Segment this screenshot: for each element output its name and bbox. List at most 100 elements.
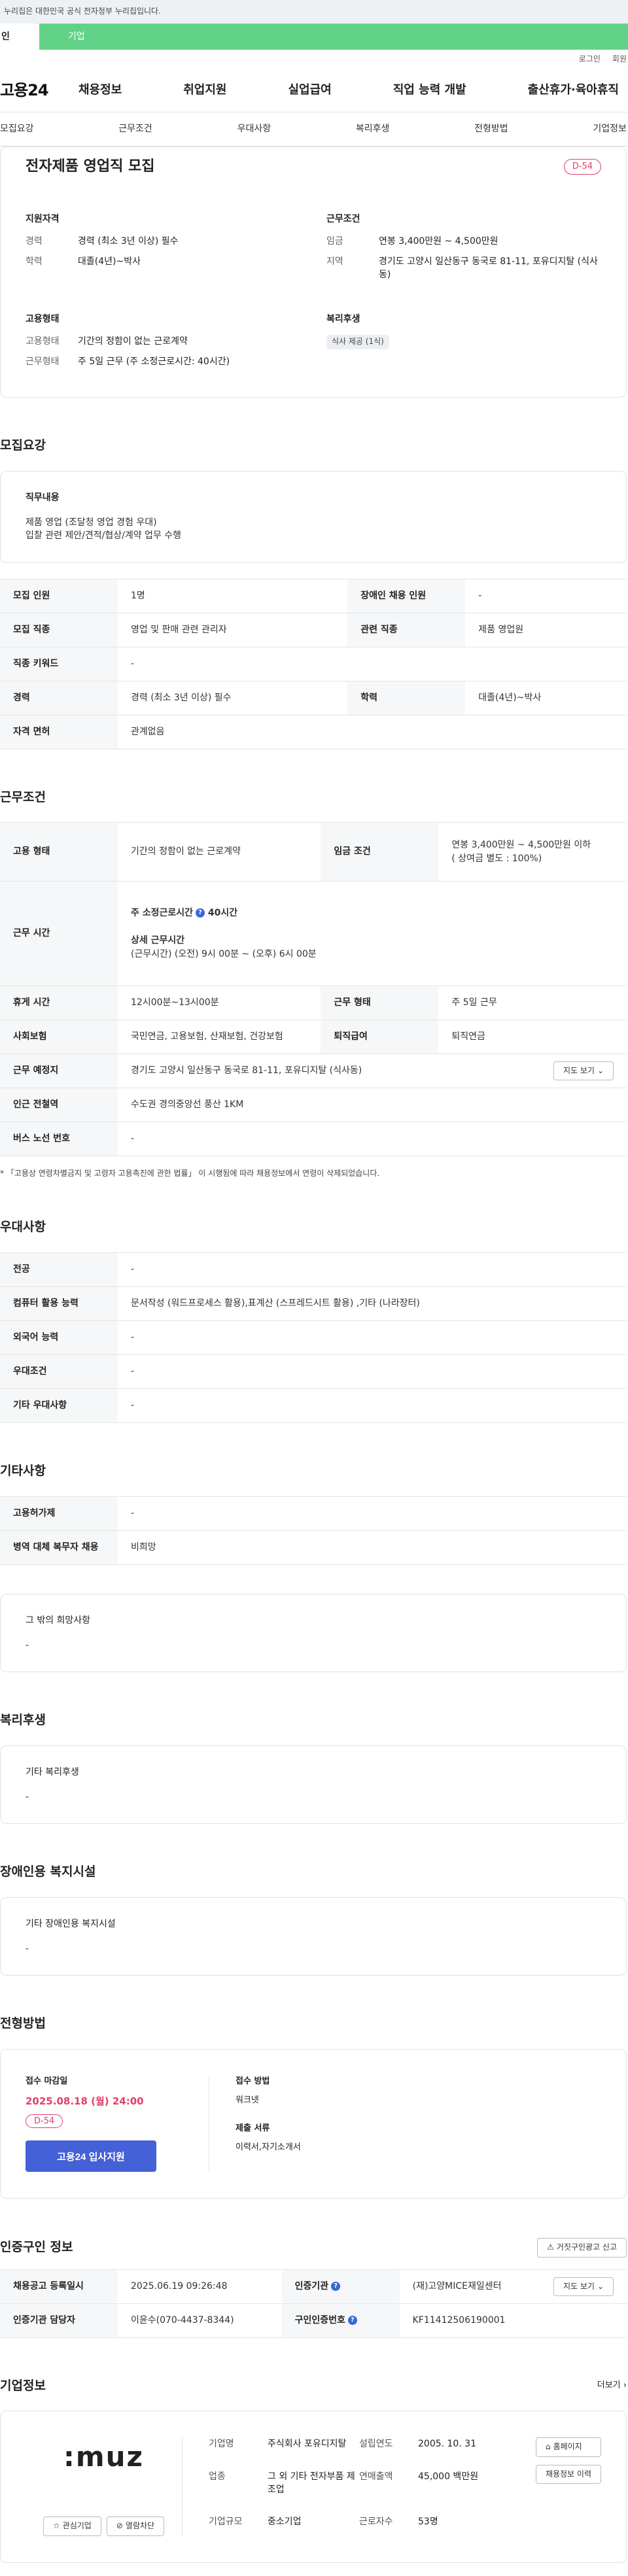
kv-value: 기간의 정함이 없는 근로계약 xyxy=(78,336,188,347)
apply-deadline-area: 접수 마감일 2025.08.18 (월) 24:00 D-54 고용24 입사… xyxy=(26,2076,209,2172)
section-anchor-nav: 모집요강 근무조건 우대사항 복리후생 전형방법 기업정보 xyxy=(0,112,628,146)
disabled-facility-box: 기타 장애인용 복지시설 - xyxy=(0,1897,627,1976)
section-title-etc: 기타사항 xyxy=(0,1464,46,1478)
gnb-menu: 채용정보 취업지원 실업급여 직업 능력 개발 출산휴가·육아휴직 xyxy=(78,82,628,99)
table-row: 전공 - xyxy=(0,1252,627,1287)
anchor-recruit[interactable]: 모집요강 xyxy=(0,122,34,135)
table-row: 모집 직종 영업 및 판매 관련 관리자 관련 직종 제품 영업원 xyxy=(0,613,627,647)
company-logo-area: :muz ☆ 관심기업 ⊘ 열람차단 xyxy=(26,2437,183,2536)
table-header-cell: 관련 직종 xyxy=(347,613,466,647)
table-cell: 수도권 경의중앙선 풍산 1KM xyxy=(118,1088,627,1123)
section-title-disabled: 장애인용 복지시설 xyxy=(0,1864,96,1880)
company-logo: :muz xyxy=(63,2441,144,2473)
tab-company[interactable]: 기업 xyxy=(39,24,628,50)
table-row: 인증기관 담당자 이윤수(070-4437-8344) 구인인증번호? KF11412… xyxy=(0,2303,627,2338)
site-logo[interactable]: 고용24 xyxy=(0,79,78,102)
duty-heading: 직무내용 xyxy=(26,492,60,503)
anchor-company[interactable]: 기업정보 xyxy=(593,122,627,135)
company-emp-label: 근로자수 xyxy=(359,2516,393,2528)
dday-badge: D-54 xyxy=(563,158,601,175)
recruit-table: 모집 인원 1명 장애인 채용 인원 - 모집 직종 영업 및 판매 관련 관리자 관련 … xyxy=(0,578,627,749)
info-icon[interactable]: ? xyxy=(347,2316,357,2326)
company-est-value: 2005. 10. 31 xyxy=(418,2439,477,2450)
table-row: 자격 면허 관계없음 xyxy=(0,715,627,749)
anchor-pref[interactable]: 우대사항 xyxy=(237,122,271,135)
table-row: 근무 시간 주 소정근로시간? 40시간 상세 근무시간 (근무시간) (오전)… xyxy=(0,881,627,987)
docs-value: 이력서,자기소개서 xyxy=(236,2142,301,2152)
company-more-link[interactable]: 더보기 › xyxy=(597,2380,627,2392)
summary-welfare: 복리후생 식사 제공 (1식) xyxy=(326,313,601,375)
block-view-button[interactable]: ⊘ 열람차단 xyxy=(106,2516,165,2536)
table-header-cell: 학력 xyxy=(347,681,466,715)
gnb-item-skills[interactable]: 직업 능력 개발 xyxy=(393,82,466,99)
dday-badge: D-54 xyxy=(26,2114,63,2128)
welfare-box: 기타 복리후생 - xyxy=(0,1745,627,1825)
anchor-work[interactable]: 근무조건 xyxy=(118,122,152,135)
map-button-label: 지도 보기 xyxy=(563,1065,595,1075)
table-cell: 2025.06.19 09:26:48 xyxy=(118,2269,282,2304)
table-header-cell: 퇴직급여 xyxy=(321,1020,439,1055)
table-header-cell: 인증기관? xyxy=(281,2269,400,2304)
table-cell: 문서작성 (워드프로세스 활용),표계산 (스프레드시트 활용) ,기타 (나라… xyxy=(118,1286,627,1321)
info-icon[interactable]: ? xyxy=(196,908,205,918)
section-title-apply: 전형방법 xyxy=(0,2016,46,2031)
table-cell: 비희망 xyxy=(118,1530,627,1565)
kv-key: 근무형태 xyxy=(26,356,60,367)
homepage-button[interactable]: ⌂ 홈페이지 xyxy=(535,2437,601,2457)
table-cell: 경기도 고양시 일산동구 동국로 81-11, 포유디지탈 (식사동) 지도 보기… xyxy=(118,1054,627,1089)
gnb-item-jobs[interactable]: 채용정보 xyxy=(78,82,122,99)
map-button[interactable]: 지도 보기 ⌄ xyxy=(553,1061,614,1081)
table-cell: 주 소정근로시간? 40시간 상세 근무시간 (근무시간) (오전) 9시 00… xyxy=(118,881,627,987)
table-cell: 연봉 3,400만원 ~ 4,500만원 이하 ( 상여금 별도 : 100%) xyxy=(438,822,627,882)
table-header-cell: 모집 인원 xyxy=(0,579,118,613)
gnb-item-parental-leave[interactable]: 출산휴가·육아휴직 xyxy=(528,82,619,99)
deadline-value: 2025.08.18 (월) 24:00 xyxy=(26,2095,144,2107)
table-cell: 기간의 정함이 없는 근로계약 xyxy=(118,822,321,882)
table-header-cell: 버스 노선 번호 xyxy=(0,1122,118,1157)
cert-org-value: (재)고양MICE재일센터 xyxy=(412,2281,502,2292)
table-cell: 관계없음 xyxy=(118,715,627,749)
table-header-cell: 고용허가제 xyxy=(0,1496,118,1531)
company-industry-value: 그 외 기타 전자부품 제조업 xyxy=(268,2471,355,2495)
anchor-apply[interactable]: 전형방법 xyxy=(474,122,508,135)
summary-emp-heading: 고용형태 xyxy=(26,314,60,325)
apply-button[interactable]: 고용24 입사지원 xyxy=(26,2140,156,2172)
table-cell: 1명 xyxy=(118,579,348,613)
table-cell: 국민연금, 고용보험, 산재보험, 건강보험 xyxy=(118,1020,321,1055)
table-header-cell: 근무 형태 xyxy=(321,986,439,1021)
apply-method-area: 접수 방법 워크넷 제출 서류 이력서,자기소개서 xyxy=(209,2075,301,2172)
summary-qual-heading: 지원자격 xyxy=(26,214,60,224)
summary-cond-heading: 근무조건 xyxy=(326,214,360,224)
company-name-label: 기업명 xyxy=(209,2439,234,2450)
gnb-item-unemployment-benefit[interactable]: 실업급여 xyxy=(288,82,332,99)
global-nav: 고용24 채용정보 취업지원 실업급여 직업 능력 개발 출산휴가·육아휴직 xyxy=(0,69,628,112)
summary-conditions: 근무조건 임금 연봉 3,400만원 ~ 4,500만원 지역 경기도 고양시 일산… xyxy=(326,213,601,288)
kv-key: 고용형태 xyxy=(26,336,60,347)
table-cell: - xyxy=(118,1388,627,1423)
table-cell: 퇴직연금 xyxy=(438,1020,627,1055)
job-history-button[interactable]: 채용정보 이력 xyxy=(535,2464,601,2484)
table-row: 컴퓨터 활용 능력 문서작성 (워드프로세스 활용),표계산 (스프레드시트 활용… xyxy=(0,1286,627,1321)
table-row: 고용 형태 기간의 정함이 없는 근로계약 임금 조건 연봉 3,400만원 ~ 4,… xyxy=(0,822,627,882)
anchor-welfare[interactable]: 복리후생 xyxy=(356,122,390,135)
table-header-cell: 휴게 시간 xyxy=(0,986,118,1021)
join-link[interactable]: 회원 xyxy=(612,54,627,65)
gov-notice-bar: 누리집은 대한민국 공식 전자정부 누리집입니다. xyxy=(0,0,628,24)
table-header-cell: 자격 면허 xyxy=(0,715,118,749)
login-link[interactable]: 로그인 xyxy=(579,54,601,65)
detail-hours-value: (근무시간) (오전) 9시 00분 ~ (오후) 6시 00분 xyxy=(131,948,317,959)
favorite-company-button[interactable]: ☆ 관심기업 xyxy=(43,2516,101,2536)
report-fake-ad-button[interactable]: ⚠ 거짓구인광고 신고 xyxy=(537,2238,627,2258)
gnb-item-employment-support[interactable]: 취업지원 xyxy=(183,82,226,99)
section-title-work: 근무조건 xyxy=(0,789,46,804)
home-icon: ⌂ xyxy=(545,2442,551,2452)
gov-notice-text: 누리집은 대한민국 공식 전자정부 누리집입니다. xyxy=(4,7,161,16)
age-law-note: * 「고용상 연령차별금지 및 고령자 고용촉진에 관한 법률」 이 시행됨에 … xyxy=(0,1169,380,1178)
table-cell: KF11412506190001 xyxy=(399,2303,627,2338)
tab-personal[interactable]: 인 xyxy=(0,24,39,50)
table-cell: 12시00분~13시00분 xyxy=(118,986,321,1021)
map-button[interactable]: 지도 보기 ⌄ xyxy=(553,2276,614,2296)
info-icon[interactable]: ? xyxy=(331,2282,341,2292)
chevron-down-icon: ⌄ xyxy=(597,1065,604,1075)
table-row: 경력 경력 (최소 3년 이상) 필수 학력 대졸(4년)~박사 xyxy=(0,681,627,715)
